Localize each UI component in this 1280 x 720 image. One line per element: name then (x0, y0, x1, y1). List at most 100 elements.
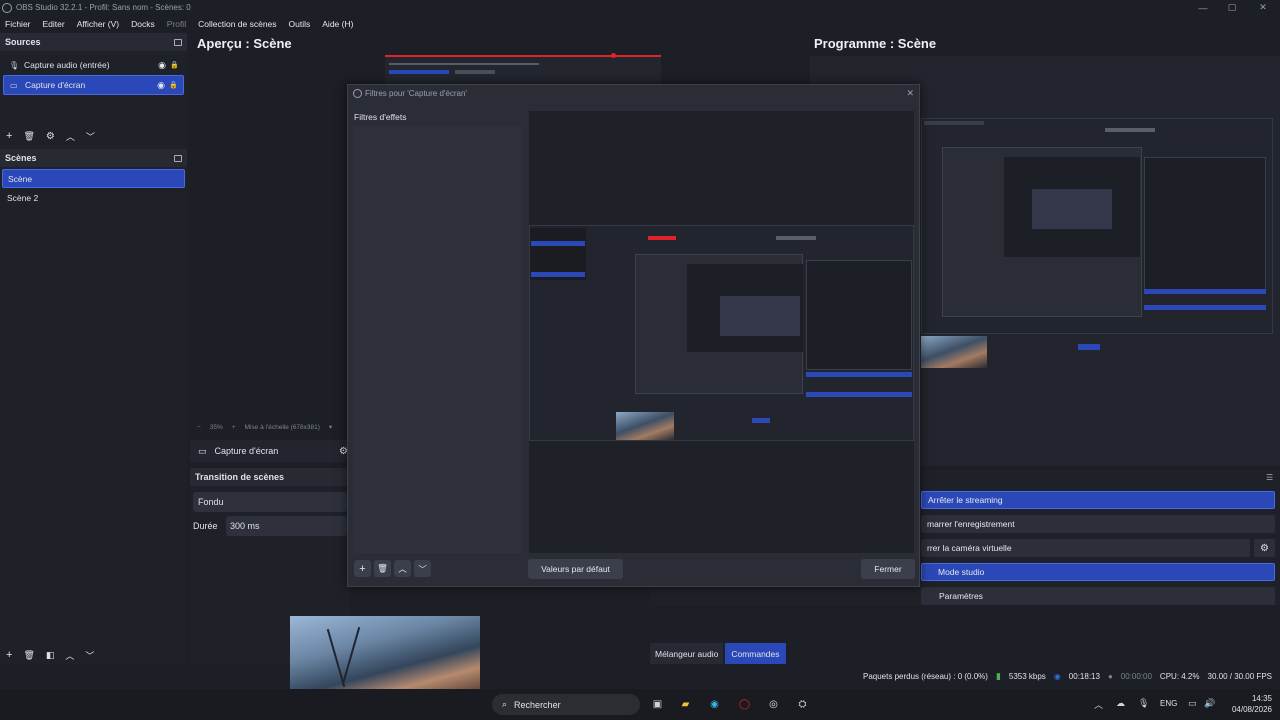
streaming-icon: ◉ (1053, 672, 1061, 681)
monitor-icon: ▭ (10, 80, 18, 90)
scene-item[interactable]: Scène 2 (2, 188, 185, 207)
move-down-icon[interactable]: ﹀ (85, 649, 94, 662)
move-down-icon[interactable]: ﹀ (414, 560, 431, 577)
add-scene-icon[interactable]: + (6, 649, 12, 661)
add-filter-icon[interactable]: + (354, 560, 371, 577)
dropped-frames-text: Paquets perdus (réseau) : 0 (0.0%) (862, 672, 988, 681)
stop-streaming-button[interactable]: Arrêter le streaming (921, 491, 1275, 509)
task-view-icon[interactable]: ▣ (650, 697, 665, 712)
close-dialog-button[interactable]: Fermer (861, 559, 915, 579)
dialog-title: Filtres pour 'Capture d'écran' (365, 89, 467, 98)
dialog-titlebar: Filtres pour 'Capture d'écran' ✕ (348, 85, 919, 102)
virtual-camera-gear-icon[interactable]: ⚙ (1254, 539, 1275, 557)
dialog-close-icon[interactable]: ✕ (906, 88, 914, 99)
move-up-icon[interactable]: ︿ (65, 649, 74, 662)
scenes-dock: Scènes Scène Scène 2 (0, 149, 187, 664)
source-label: Capture d'écran (25, 80, 86, 90)
visibility-eye-icon[interactable]: ◉ (158, 60, 166, 71)
move-down-icon[interactable]: ﹀ (86, 130, 95, 143)
chevron-down-icon[interactable]: ▾ (329, 423, 332, 431)
tab-audio-mixer[interactable]: Mélangeur audio (650, 643, 724, 664)
scenes-dock-header: Scènes (0, 149, 187, 167)
effect-filters-list[interactable] (354, 126, 522, 553)
menu-help[interactable]: Aide (H) (322, 19, 353, 29)
menu-profile[interactable]: Profil (167, 19, 186, 29)
zoom-out-icon[interactable]: − (197, 424, 201, 431)
program-label: Programme : Scène (814, 36, 937, 51)
remove-scene-icon[interactable]: 🗑 (23, 650, 34, 661)
taskbar-clock[interactable]: 14:35 04/08/2026 (1222, 693, 1272, 715)
preview-canvas[interactable] (385, 53, 661, 85)
defaults-button[interactable]: Valeurs par défaut (528, 559, 623, 579)
move-up-icon[interactable]: ︿ (66, 130, 75, 143)
scene-item-selected[interactable]: Scène (2, 169, 185, 188)
start-recording-button[interactable]: marrer l'enregistrement (921, 515, 1275, 533)
microphone-icon: 🎙 (9, 60, 20, 70)
maximize-button[interactable]: ▢ (1215, 0, 1249, 15)
visibility-eye-icon[interactable]: ◉ (157, 80, 165, 91)
settings-button[interactable]: Paramètres (921, 587, 1275, 605)
lock-icon[interactable]: 🔒 (170, 61, 179, 69)
opera-browser-icon[interactable]: ◯ (737, 697, 752, 712)
taskbar-search[interactable]: ⌕ Rechercher (492, 694, 640, 715)
source-item-selected[interactable]: ▭ Capture d'écran ◉ 🔒 (3, 75, 184, 95)
move-up-icon[interactable]: ︿ (394, 560, 411, 577)
remove-filter-icon[interactable]: 🗑 (374, 560, 391, 577)
menu-tools[interactable]: Outils (289, 19, 311, 29)
menu-file[interactable]: Fichier (5, 19, 31, 29)
menu-view[interactable]: Afficher (V) (77, 19, 119, 29)
controls-menu-icon[interactable]: ☰ (1266, 473, 1273, 482)
undock-icon[interactable] (174, 154, 182, 162)
filter-preview-canvas (529, 225, 914, 441)
dock-tabs: Mélangeur audio Commandes (650, 643, 786, 664)
program-canvas (921, 118, 1273, 334)
add-source-icon[interactable]: + (6, 130, 12, 142)
transitions-title: Transition de scènes (195, 472, 285, 482)
start-virtual-camera-button[interactable]: rrer la caméra virtuelle (921, 539, 1250, 557)
clock-date: 04/08/2026 (1231, 705, 1272, 714)
scene-filter-icon[interactable]: ◧ (46, 650, 55, 661)
volume-icon[interactable]: 🔊 (1204, 698, 1215, 709)
search-icon: ⌕ (502, 699, 508, 709)
fps-text: 30.00 / 30.00 FPS (1207, 672, 1273, 681)
microphone-icon[interactable]: 🎙 (1138, 698, 1149, 709)
bitrate-text: 5353 kbps (1008, 672, 1046, 681)
source-item[interactable]: 🎙 Capture audio (entrée) ◉ 🔒 (3, 55, 184, 75)
steam-icon[interactable]: ⛭ (795, 697, 810, 712)
source-context-bar: ▭ Capture d'écran ⚙ (190, 440, 350, 462)
edge-browser-icon[interactable]: ◉ (707, 697, 722, 712)
program-mini-button (1078, 344, 1100, 350)
status-bar: Paquets perdus (réseau) : 0 (0.0%) ▮ 535… (0, 666, 1280, 687)
search-placeholder: Rechercher (514, 699, 561, 710)
menu-scene-collection[interactable]: Collection de scènes (198, 19, 276, 29)
menu-edit[interactable]: Editer (43, 19, 65, 29)
taskbar: ⌕ Rechercher ▣ ▰ ◉ ◯ ◎ ⛭ ︿ ☁ 🎙 ENG ▭ 🔊 1… (0, 689, 1280, 720)
file-explorer-icon[interactable]: ▰ (678, 697, 693, 712)
monitor-icon: ▭ (198, 445, 207, 456)
preview-label: Aperçu : Scène (197, 36, 292, 51)
remove-source-icon[interactable]: 🗑 (23, 131, 34, 142)
window-titlebar: OBS Studio 32.2.1 - Profil: Sans nom - S… (0, 0, 1280, 15)
language-indicator[interactable]: ENG (1160, 699, 1177, 708)
studio-mode-button[interactable]: Mode studio (921, 563, 1275, 581)
source-properties-gear-icon[interactable]: ⚙ (46, 131, 55, 142)
tray-overflow-icon[interactable]: ︿ (1094, 698, 1103, 711)
close-window-button[interactable]: ✕ (1246, 0, 1280, 15)
transition-type-select[interactable]: Fondu (193, 492, 347, 512)
tray-app-icon[interactable]: ☁ (1116, 698, 1125, 709)
scenes-title: Scènes (5, 153, 37, 163)
scale-mode-dropdown[interactable]: Mise à l'échelle (678x381) (245, 424, 320, 431)
obs-app-icon[interactable]: ◎ (766, 697, 781, 712)
cpu-text: CPU: 4.2% (1159, 672, 1200, 681)
menu-docks[interactable]: Docks (131, 19, 155, 29)
lock-icon[interactable]: 🔒 (169, 81, 178, 89)
duration-input[interactable]: 300 ms (226, 516, 347, 536)
network-signal-icon: ▮ (995, 671, 1001, 681)
obs-logo-icon (353, 89, 362, 98)
zoom-in-icon[interactable]: + (232, 424, 236, 431)
network-icon[interactable]: ▭ (1188, 698, 1197, 709)
source-label: Capture audio (entrée) (24, 60, 110, 70)
tab-controls[interactable]: Commandes (725, 643, 786, 664)
filter-list-toolbar: + 🗑 ︿ ﹀ (354, 560, 431, 577)
undock-icon[interactable] (174, 38, 182, 46)
